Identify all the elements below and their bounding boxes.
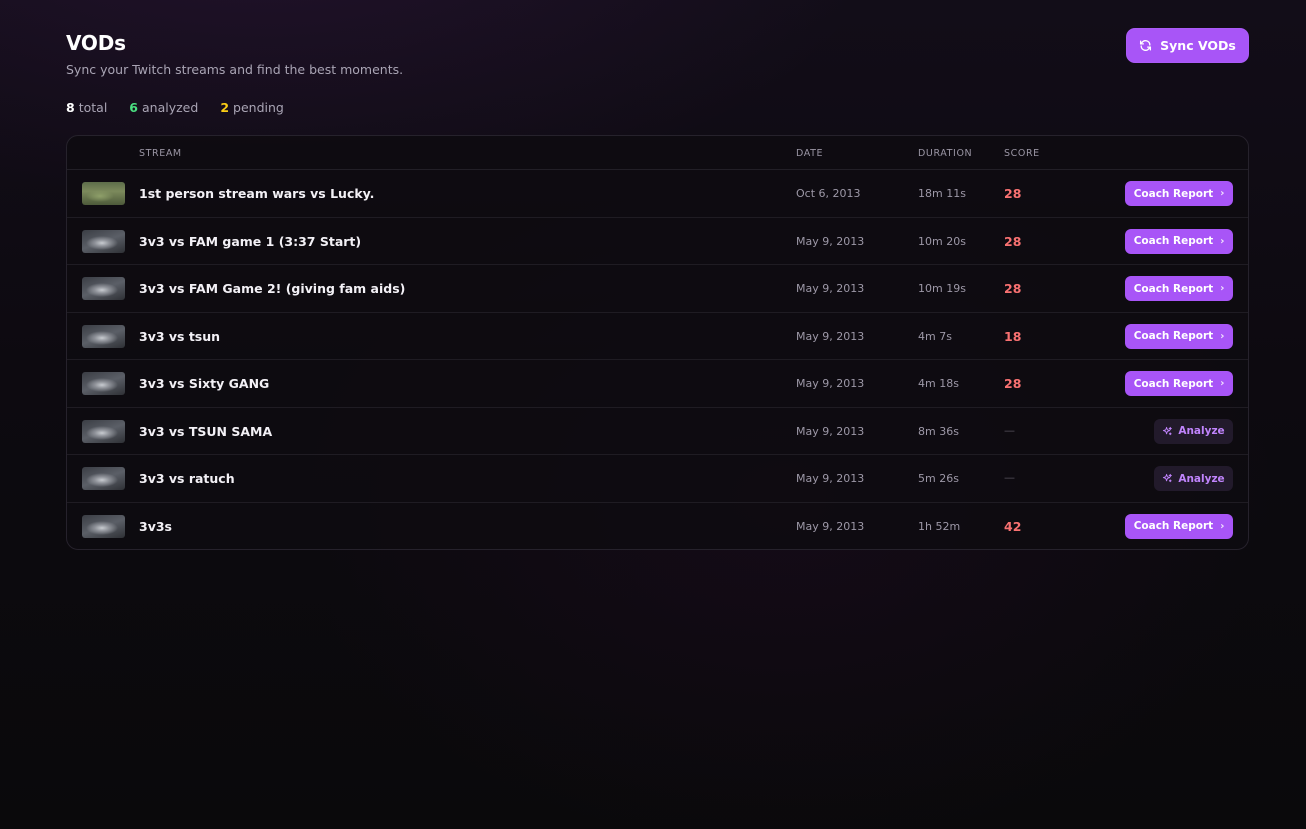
stream-title[interactable]: 3v3 vs FAM game 1 (3:37 Start) — [139, 234, 361, 249]
coach-report-button[interactable]: Coach Report › — [1125, 181, 1233, 206]
vod-thumbnail[interactable] — [82, 419, 125, 443]
stream-title[interactable]: 3v3 vs FAM Game 2! (giving fam aids) — [139, 281, 405, 296]
stream-duration: 4m 7s — [918, 329, 952, 343]
table-row[interactable]: 3v3 vs ratuch May 9, 2013 5m 26s — Analy… — [67, 455, 1248, 503]
table-row[interactable]: 3v3 vs FAM game 1 (3:37 Start) May 9, 20… — [67, 218, 1248, 265]
column-duration[interactable]: DURATION — [918, 148, 972, 159]
stream-title[interactable]: 1st person stream wars vs Lucky. — [139, 186, 374, 201]
stream-duration: 8m 36s — [918, 424, 959, 438]
stat-total: 8 total — [66, 100, 107, 115]
sparkles-icon — [1163, 426, 1173, 435]
stream-score: 28 — [1004, 281, 1022, 296]
stream-date: Oct 6, 2013 — [796, 187, 861, 200]
stream-date: May 9, 2013 — [796, 472, 865, 485]
chevron-right-icon: › — [1220, 188, 1225, 199]
analyze-button[interactable]: Analyze — [1154, 466, 1233, 491]
stream-date: May 9, 2013 — [796, 424, 865, 438]
chevron-right-icon: › — [1220, 378, 1225, 389]
coach-report-button[interactable]: Coach Report › — [1125, 276, 1233, 301]
stream-score: 18 — [1004, 328, 1022, 344]
stream-date: May 9, 2013 — [796, 377, 865, 390]
page-subtitle: Sync your Twitch streams and find the be… — [66, 62, 404, 77]
stream-duration: 10m 19s — [918, 282, 966, 295]
vod-thumbnail[interactable] — [82, 372, 125, 395]
coach-report-label: Coach Report — [1133, 377, 1214, 390]
stream-score: 28 — [1004, 376, 1022, 391]
chevron-right-icon: › — [1220, 330, 1225, 342]
stream-date: May 9, 2013 — [796, 282, 865, 295]
vod-thumbnail[interactable] — [82, 324, 125, 348]
column-stream[interactable]: STREAM — [139, 148, 182, 159]
stream-title[interactable]: 3v3 vs TSUN SAMA — [139, 424, 272, 439]
coach-report-label: Coach Report — [1133, 330, 1214, 342]
table-body: 1st person stream wars vs Lucky. Oct 6, … — [67, 170, 1248, 550]
vods-table: STREAM DATE DURATION SCORE 1st person st… — [66, 135, 1249, 550]
stream-score: — — [1004, 423, 1015, 437]
page-title: VODs — [66, 31, 126, 55]
page-header: VODs Sync your Twitch streams and find t… — [66, 0, 1249, 92]
stream-title[interactable]: 3v3 vs ratuch — [139, 471, 235, 486]
stat-pending: 2 pending — [220, 100, 284, 115]
stat-analyzed: 6 analyzed — [129, 100, 198, 115]
stream-duration: 18m 11s — [918, 187, 966, 200]
vod-thumbnail[interactable] — [82, 277, 125, 300]
coach-report-button[interactable]: Coach Report › — [1125, 371, 1233, 396]
sync-vods-label: Sync VODs — [1160, 38, 1236, 53]
stream-score: 28 — [1004, 186, 1022, 201]
stat-pending-label: pending — [233, 100, 284, 115]
table-row[interactable]: 3v3 vs Sixty GANG May 9, 2013 4m 18s 28 … — [67, 360, 1248, 408]
stream-title[interactable]: 3v3 vs Sixty GANG — [139, 376, 269, 391]
coach-report-button[interactable]: Coach Report › — [1125, 513, 1233, 539]
table-row[interactable]: 3v3s May 9, 2013 1h 52m 42 Coach Report … — [67, 503, 1248, 550]
coach-report-label: Coach Report — [1133, 235, 1214, 247]
refresh-icon — [1140, 40, 1152, 51]
chevron-right-icon: › — [1220, 283, 1225, 294]
vod-thumbnail[interactable] — [82, 514, 125, 538]
stream-date: May 9, 2013 — [796, 329, 865, 343]
table-row[interactable]: 1st person stream wars vs Lucky. Oct 6, … — [67, 170, 1248, 218]
stream-duration: 4m 18s — [918, 377, 959, 390]
analyze-label: Analyze — [1178, 425, 1225, 437]
stream-score: 28 — [1004, 233, 1022, 249]
table-row[interactable]: 3v3 vs TSUN SAMA May 9, 2013 8m 36s — An… — [67, 408, 1248, 455]
column-score[interactable]: SCORE — [1004, 148, 1040, 159]
table-row[interactable]: 3v3 vs FAM Game 2! (giving fam aids) May… — [67, 265, 1248, 313]
stream-score: — — [1004, 471, 1015, 484]
coach-report-label: Coach Report — [1133, 282, 1214, 295]
stream-duration: 10m 20s — [918, 234, 966, 248]
stat-analyzed-count: 6 — [129, 100, 138, 115]
stream-score: 42 — [1004, 518, 1022, 534]
analyze-button[interactable]: Analyze — [1154, 418, 1233, 444]
chevron-right-icon: › — [1220, 235, 1225, 247]
coach-report-button[interactable]: Coach Report › — [1125, 323, 1233, 349]
sparkles-icon — [1163, 473, 1173, 483]
stream-duration: 1h 52m — [918, 519, 961, 533]
coach-report-button[interactable]: Coach Report › — [1125, 228, 1233, 254]
vod-thumbnail[interactable] — [82, 182, 125, 205]
stream-date: May 9, 2013 — [796, 519, 865, 533]
stat-pending-count: 2 — [220, 100, 230, 115]
table-header: STREAM DATE DURATION SCORE — [67, 136, 1248, 170]
column-date[interactable]: DATE — [796, 148, 823, 159]
sync-vods-button[interactable]: Sync VODs — [1126, 28, 1249, 63]
vod-thumbnail[interactable] — [82, 229, 125, 253]
stream-title[interactable]: 3v3s — [139, 519, 172, 534]
vod-stats: 8 total 6 analyzed 2 pending — [66, 100, 284, 115]
analyze-label: Analyze — [1178, 472, 1225, 485]
coach-report-label: Coach Report — [1133, 520, 1214, 532]
stream-title[interactable]: 3v3 vs tsun — [139, 329, 220, 344]
stat-total-count: 8 — [66, 100, 75, 115]
stream-duration: 5m 26s — [918, 472, 959, 485]
vod-thumbnail[interactable] — [82, 467, 125, 490]
chevron-right-icon: › — [1220, 520, 1225, 532]
stat-total-label: total — [78, 100, 108, 115]
coach-report-label: Coach Report — [1133, 187, 1214, 200]
stat-analyzed-label: analyzed — [142, 100, 199, 115]
page: VODs Sync your Twitch streams and find t… — [66, 0, 1249, 92]
stream-date: May 9, 2013 — [796, 234, 865, 248]
table-row[interactable]: 3v3 vs tsun May 9, 2013 4m 7s 18 Coach R… — [67, 313, 1248, 360]
